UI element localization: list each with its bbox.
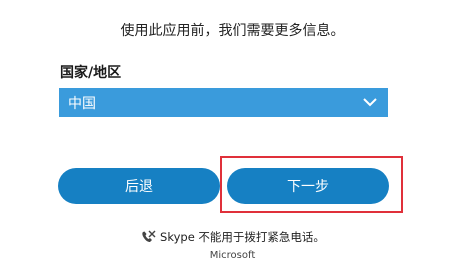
country-label: 国家/地区: [60, 65, 122, 81]
no-emergency-call-icon: [140, 230, 156, 244]
intro-text: 使用此应用前，我们需要更多信息。: [120, 23, 345, 39]
footer-brand: Microsoft: [209, 250, 256, 261]
country-selected-value: 中国: [68, 95, 96, 112]
emergency-notice: Skype 不能用于拨打紧急电话。: [0, 229, 465, 245]
notice-text: Skype 不能用于拨打紧急电话。: [160, 230, 325, 244]
skype-info-page: 使用此应用前，我们需要更多信息。 国家/地区 中国 后退 下一步 Skype 不…: [0, 0, 465, 280]
country-select[interactable]: 中国: [59, 88, 388, 117]
chevron-down-icon: [362, 97, 378, 109]
back-button[interactable]: 后退: [58, 168, 220, 204]
highlight-box: [220, 156, 403, 213]
